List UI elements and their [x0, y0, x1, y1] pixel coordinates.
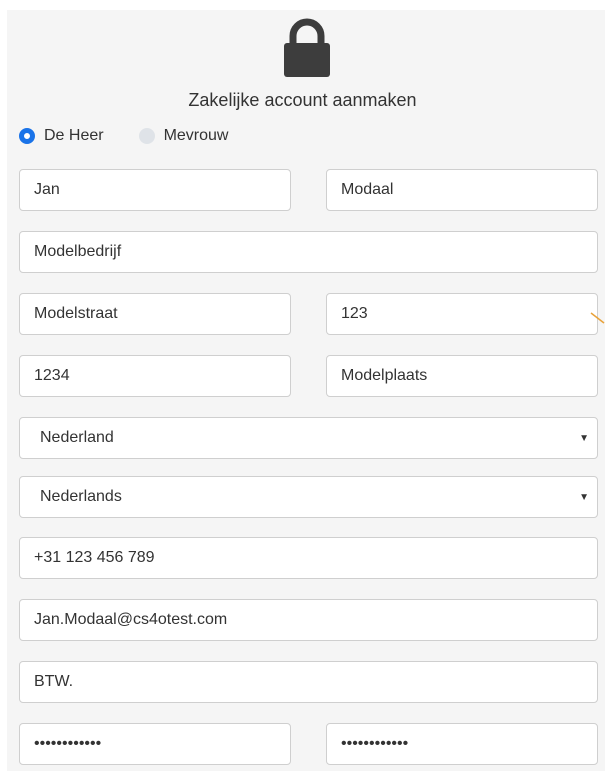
radio-label-de-heer[interactable]: De Heer: [44, 127, 104, 145]
company-value: Modelbedrijf: [34, 243, 122, 260]
street-field[interactable]: Modelstraat: [19, 293, 291, 335]
caret-down-icon: ▼: [579, 433, 589, 444]
radio-mevrouw[interactable]: [138, 128, 155, 144]
phone-value: +31 123 456 789: [34, 549, 155, 566]
postal-code-value: 1234: [34, 367, 70, 384]
language-select[interactable]: Nederlands ▼: [19, 476, 598, 518]
city-value: Modelplaats: [341, 367, 428, 384]
first-name-value: Jan: [34, 181, 60, 198]
caret-down-icon: ▼: [579, 492, 589, 503]
email-field[interactable]: Jan.Modaal@cs4otest.com: [19, 599, 598, 641]
password-value: ••••••••••••: [34, 735, 102, 752]
house-number-field[interactable]: 123: [326, 293, 598, 335]
password-field[interactable]: ••••••••••••: [19, 723, 291, 765]
country-select[interactable]: Nederland ▼: [19, 417, 598, 459]
password-confirm-field[interactable]: ••••••••••••: [326, 723, 598, 765]
annotation-stroke: [590, 312, 605, 324]
postal-code-field[interactable]: 1234: [19, 355, 291, 397]
salutation-group: De Heer Mevrouw: [19, 126, 263, 146]
phone-field[interactable]: +31 123 456 789: [19, 537, 598, 579]
first-name-field[interactable]: Jan: [19, 169, 291, 211]
house-number-value: 123: [341, 305, 368, 322]
language-value: Nederlands: [40, 488, 122, 505]
lock-icon: [284, 18, 330, 77]
city-field[interactable]: Modelplaats: [326, 355, 598, 397]
vat-value: BTW.: [34, 673, 74, 690]
company-field[interactable]: Modelbedrijf: [19, 231, 598, 273]
vat-field[interactable]: BTW.: [19, 661, 598, 703]
page-title: Zakelijke account aanmaken: [188, 90, 417, 110]
last-name-value: Modaal: [341, 181, 394, 198]
email-value: Jan.Modaal@cs4otest.com: [34, 611, 228, 628]
street-value: Modelstraat: [34, 305, 118, 322]
radio-label-mevrouw[interactable]: Mevrouw: [164, 127, 229, 145]
radio-de-heer[interactable]: [19, 128, 35, 144]
country-value: Nederland: [40, 429, 114, 446]
password-confirm-value: ••••••••••••: [341, 735, 409, 752]
last-name-field[interactable]: Modaal: [326, 169, 598, 211]
